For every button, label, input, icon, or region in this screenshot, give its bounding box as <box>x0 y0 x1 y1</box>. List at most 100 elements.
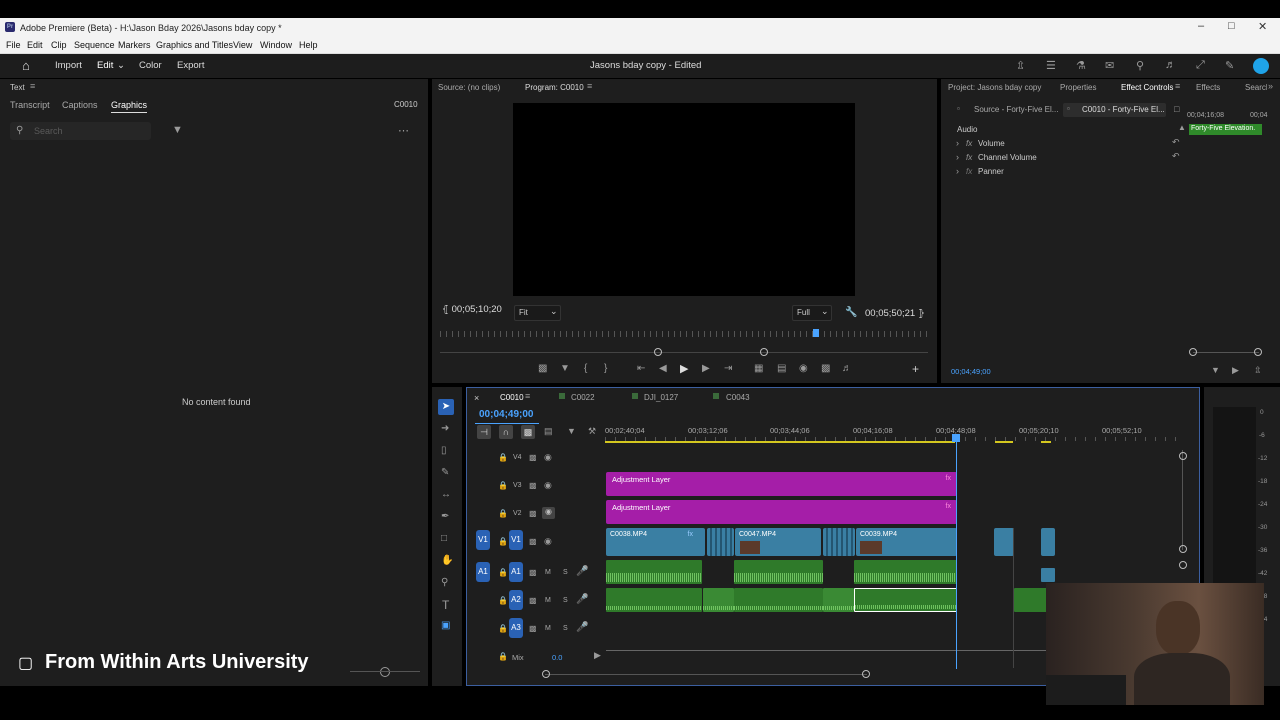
step-forward-icon[interactable]: ▶ <box>702 363 710 374</box>
video-clip-c0038[interactable]: C0038.MP4 fx <box>606 528 705 556</box>
menu-graphics-and-titles[interactable]: Graphics and Titles <box>156 40 233 50</box>
tab-effect-controls[interactable]: Effect Controls <box>1121 83 1173 92</box>
eye-icon[interactable]: ◉ <box>542 507 555 519</box>
audio-clip-a2[interactable] <box>823 588 854 612</box>
sync-lock-icon[interactable]: ▩ <box>529 568 537 577</box>
video-clip-short[interactable] <box>823 528 855 556</box>
sequence-tab-c0043[interactable]: C0043 <box>726 393 750 402</box>
sequence-tab-c0022[interactable]: C0022 <box>571 393 595 402</box>
search-input[interactable]: ⚲ Search <box>10 122 151 140</box>
source-patch-a1[interactable]: A1 <box>476 562 490 582</box>
sync-lock-icon[interactable]: ▩ <box>529 509 537 518</box>
zoom-bar[interactable] <box>440 352 928 353</box>
zoom-slider-handle[interactable] <box>380 667 390 677</box>
lock-icon[interactable]: 🔒 <box>498 652 508 661</box>
type-icon[interactable]: T <box>442 598 449 612</box>
work-area-bar[interactable] <box>1041 441 1051 443</box>
overflow-chevron-icon[interactable]: » <box>1268 81 1273 91</box>
comment-icon[interactable]: ✉ <box>1105 59 1114 72</box>
playhead-handle[interactable] <box>952 434 960 442</box>
timeline-ruler[interactable]: 00;02;40;04 00;03;12;06 00;03;44;06 00;0… <box>605 421 1183 443</box>
audio-clip-a2[interactable] <box>703 588 734 612</box>
more-icon[interactable]: ⋯ <box>398 124 409 137</box>
selection-tool-icon[interactable]: ➤ <box>438 399 454 415</box>
list-icon[interactable]: ☰ <box>1046 59 1056 72</box>
mix-value[interactable]: 0.0 <box>552 653 562 662</box>
hand-icon[interactable]: ✋ <box>441 555 453 566</box>
play-audio-icon[interactable]: ▶ <box>1232 365 1239 376</box>
playhead-marker[interactable] <box>813 329 819 337</box>
solo-button[interactable]: S <box>563 625 568 632</box>
track-select-icon[interactable]: ➜ <box>441 423 449 434</box>
feedback-icon[interactable]: ✎ <box>1225 59 1234 72</box>
mute-button[interactable]: M <box>545 625 551 632</box>
reset-icon[interactable]: ↶ <box>1172 151 1180 162</box>
comparison-icon[interactable]: ▩ <box>821 363 830 374</box>
hscroll-handle-left[interactable] <box>542 670 550 678</box>
effect-timecode[interactable]: 00;04;49;00 <box>951 367 991 376</box>
menu-sequence[interactable]: Sequence <box>74 40 115 50</box>
video-clip-c0039[interactable]: C0039.MP4 <box>856 528 957 556</box>
tab-captions[interactable]: Captions <box>62 100 98 110</box>
sequence-tab-c0010[interactable]: C0010 <box>500 393 524 402</box>
source-patch-v1[interactable]: V1 <box>476 530 490 550</box>
expand-chevron-icon[interactable]: › <box>956 152 959 162</box>
menu-file[interactable]: File <box>6 40 21 50</box>
panel-menu-icon[interactable]: ≡ <box>525 391 530 401</box>
sync-lock-icon[interactable]: ▩ <box>529 481 537 490</box>
menu-edit[interactable]: Edit <box>27 40 43 50</box>
sync-lock-icon[interactable]: ▩ <box>529 624 537 633</box>
minimize-button[interactable]: – <box>1198 20 1204 32</box>
tab-effects[interactable]: Effects <box>1196 83 1220 92</box>
maximize-button[interactable]: □ <box>1228 20 1235 32</box>
microphone-icon[interactable]: 🎤 <box>576 566 588 577</box>
pen-icon[interactable]: ✒ <box>441 511 449 522</box>
zoom-icon[interactable]: ⚲ <box>441 577 448 588</box>
mix-expand-icon[interactable]: ▶ <box>594 650 601 661</box>
tab-edit[interactable]: Edit <box>97 60 113 71</box>
zoom-handle-right[interactable] <box>1254 348 1262 356</box>
audio-clip-a2[interactable] <box>734 588 823 612</box>
tab-source-monitor[interactable]: Source: (no clips) <box>438 83 500 92</box>
rectangle-icon[interactable]: □ <box>441 533 447 544</box>
video-clip-short[interactable] <box>707 528 734 556</box>
reset-icon[interactable]: ↶ <box>1172 137 1180 148</box>
extract-icon[interactable]: ▤ <box>777 363 786 374</box>
time-ruler[interactable] <box>440 331 928 337</box>
microphone-icon[interactable]: 🎤 <box>576 622 588 633</box>
expand-chevron-icon[interactable]: › <box>956 166 959 176</box>
toggle-timeline-icon[interactable]: □ <box>1174 104 1179 114</box>
export-icon[interactable]: ⇫ <box>1254 365 1262 376</box>
tab-transcript[interactable]: Transcript <box>10 100 50 110</box>
settings-wrench-icon[interactable]: ⚒ <box>588 426 596 437</box>
filter-icon[interactable]: ▼ <box>1211 365 1220 375</box>
wrench-icon[interactable]: 🔧 <box>845 307 857 318</box>
track-target-a1[interactable]: A1 <box>509 562 523 582</box>
menu-help[interactable]: Help <box>299 40 318 50</box>
effect-channel-volume[interactable]: Channel Volume <box>978 153 1037 162</box>
tab-sequence-clip[interactable]: ▫ C0010 - Forty-Five El... <box>1063 103 1166 117</box>
zoom-handle-left[interactable] <box>1189 348 1197 356</box>
sync-lock-icon[interactable]: ▩ <box>529 453 537 462</box>
mute-button[interactable]: M <box>545 597 551 604</box>
zoom-slider-track[interactable] <box>350 671 420 672</box>
horizontal-scrollbar[interactable] <box>545 674 867 675</box>
solo-button[interactable]: S <box>563 597 568 604</box>
lock-icon[interactable]: 🔒 <box>498 509 508 518</box>
tab-program-monitor[interactable]: Program: C0010 <box>525 83 584 92</box>
audio-clip-a1[interactable] <box>734 560 823 584</box>
video-clip-c0047[interactable]: C0047.MP4 <box>735 528 821 556</box>
tab-search[interactable]: Search <box>1245 83 1267 92</box>
effect-volume[interactable]: Volume <box>978 139 1005 148</box>
lock-icon[interactable]: 🔒 <box>498 481 508 490</box>
go-to-out-icon[interactable]: ⇥ <box>724 363 732 374</box>
video-preview[interactable] <box>513 103 855 296</box>
timecode-left[interactable]: 00;05;10;20 <box>452 304 502 315</box>
tab-color[interactable]: Color <box>139 60 162 71</box>
playhead-line[interactable] <box>956 437 957 669</box>
lift-icon[interactable]: ▦ <box>754 363 763 374</box>
lock-icon[interactable]: 🔒 <box>498 568 508 577</box>
lock-icon[interactable]: 🔒 <box>498 596 508 605</box>
go-to-in-icon[interactable]: ⇤ <box>637 363 645 374</box>
eye-icon[interactable]: ◉ <box>544 452 552 463</box>
